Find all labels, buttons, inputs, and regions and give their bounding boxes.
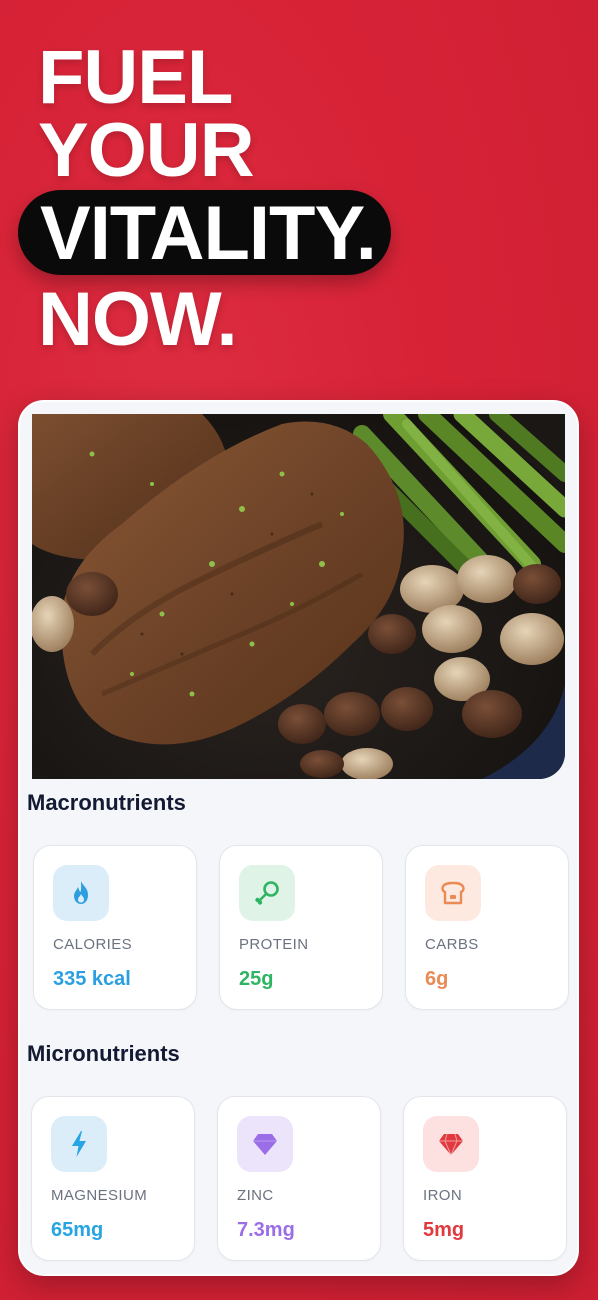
- zinc-tile: ZINC 7.3mg: [217, 1096, 381, 1261]
- hero-line-fuel: FUEL: [38, 35, 233, 120]
- iron-value: 5mg: [423, 1219, 465, 1241]
- magnesium-label: MAGNESIUM: [51, 1187, 148, 1204]
- micronutrients-title: Micronutrients: [27, 1041, 180, 1066]
- hero-line-now: NOW.: [38, 277, 238, 362]
- calories-tile: CALORIES 335 kcal: [33, 845, 197, 1010]
- gem-icon: [423, 1116, 479, 1172]
- iron-tile: IRON 5mg: [403, 1096, 567, 1261]
- drumstick-icon: [239, 865, 295, 921]
- bread-icon: [425, 865, 481, 921]
- macronutrients-title: Macronutrients: [27, 790, 186, 815]
- hero-headline: FUEL YOUR VITALITY. NOW.: [0, 0, 598, 380]
- diamond-icon: [237, 1116, 293, 1172]
- protein-value: 25g: [239, 968, 274, 990]
- food-photo: [32, 414, 565, 779]
- protein-label: PROTEIN: [239, 936, 309, 953]
- calories-label: CALORIES: [53, 936, 133, 953]
- zinc-value: 7.3mg: [237, 1219, 295, 1241]
- hero-line-your: YOUR: [38, 108, 255, 193]
- hero-line-vitality: VITALITY.: [40, 191, 377, 276]
- magnesium-tile: MAGNESIUM 65mg: [31, 1096, 195, 1261]
- protein-tile: PROTEIN 25g: [219, 845, 383, 1010]
- flame-icon: [53, 865, 109, 921]
- nutrition-card: Macronutrients CALORIES 335 kcal PROTEIN…: [18, 400, 579, 1276]
- carbs-tile: CARBS 6g: [405, 845, 569, 1010]
- zinc-label: ZINC: [237, 1187, 274, 1204]
- carbs-value: 6g: [425, 968, 449, 990]
- magnesium-value: 65mg: [51, 1219, 104, 1241]
- lightning-icon: [51, 1116, 107, 1172]
- hero-highlight-pill: VITALITY.: [18, 190, 391, 275]
- carbs-label: CARBS: [425, 936, 479, 953]
- calories-value: 335 kcal: [53, 968, 131, 990]
- iron-label: IRON: [423, 1187, 463, 1204]
